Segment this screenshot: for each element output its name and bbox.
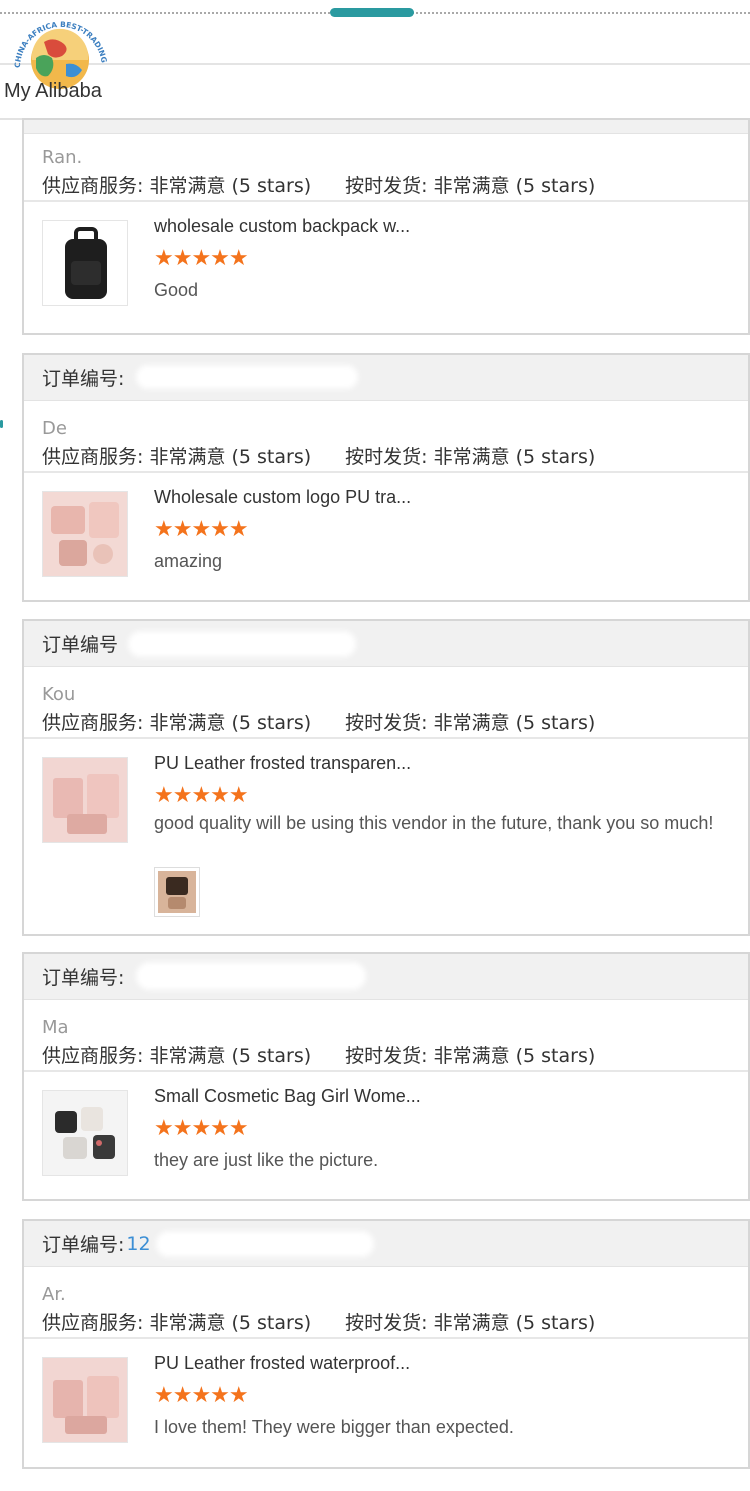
order-header [24,120,748,134]
order-header: 订单编号: [24,355,748,401]
order-number[interactable]: 12 [126,1233,150,1255]
supplier-service-rating: 供应商服务: 非常满意 (5 stars) [42,711,312,734]
review-card: 订单编号: 12 Ar. 供应商服务: 非常满意 (5 stars) 按时发货:… [22,1219,750,1469]
review-text: I love them! They were bigger than expec… [154,1417,514,1437]
pink-bag-set-icon[interactable] [42,1357,128,1443]
logo-label[interactable]: My Alibaba [4,80,102,103]
order-number-label: 订单编号: [42,1234,125,1256]
star-rating: ★★★★★ [154,517,249,542]
redaction [136,962,366,990]
review-card: Ran. 供应商服务: 非常满意 (5 stars) 按时发货: 非常满意 (5… [22,118,750,335]
redaction [156,1231,374,1257]
scroll-indicator[interactable] [330,8,414,17]
order-number-label: 订单编号 [42,634,119,656]
redaction [128,631,356,657]
review-card: 订单编号 Kou 供应商服务: 非常满意 (5 stars) 按时发货: 非常满… [22,619,750,936]
buyer-name: Ar. [42,1284,66,1305]
buyer-name: Ma [42,1017,69,1038]
rail-marker [0,420,3,428]
star-rating: ★★★★★ [154,1116,249,1141]
product-title[interactable]: wholesale custom backpack w... [154,216,410,237]
pink-bags-icon[interactable] [42,491,128,577]
review-item: wholesale custom backpack w... ★★★★★ Goo… [24,202,748,306]
order-header: 订单编号: 12 [24,1221,748,1267]
star-rating: ★★★★★ [154,1383,249,1408]
review-card: 订单编号: Ma 供应商服务: 非常满意 (5 stars) 按时发货: 非常满… [22,952,750,1201]
on-time-delivery-rating: 按时发货: 非常满意 (5 stars) [345,1044,596,1067]
review-card: 订单编号: De 供应商服务: 非常满意 (5 stars) 按时发货: 非常满… [22,353,750,602]
on-time-delivery-rating: 按时发货: 非常满意 (5 stars) [345,445,596,468]
product-title[interactable]: Small Cosmetic Bag Girl Wome... [154,1086,421,1107]
review-text: amazing [154,551,223,571]
top-bar: CHINA-AFRICA BEST-TRADING PLATFORM My Al… [0,0,750,120]
supplier-service-rating: 供应商服务: 非常满意 (5 stars) [42,445,312,468]
supplier-service-rating: 供应商服务: 非常满意 (5 stars) [42,1044,312,1067]
order-number-label: 订单编号: [42,368,125,390]
pink-bag-set-icon[interactable] [42,757,128,843]
rating-row: 供应商服务: 非常满意 (5 stars) 按时发货: 非常满意 (5 star… [24,439,748,473]
rating-row: 供应商服务: 非常满意 (5 stars) 按时发货: 非常满意 (5 star… [24,168,748,202]
supplier-service-rating: 供应商服务: 非常满意 (5 stars) [42,174,312,197]
cosmetic-bags-icon[interactable] [42,1090,128,1176]
review-item: Wholesale custom logo PU tra... ★★★★★ am… [24,473,748,577]
black-backpack-icon[interactable] [42,220,128,306]
redaction [136,365,358,389]
supplier-service-rating: 供应商服务: 非常满意 (5 stars) [42,1311,312,1334]
review-item: PU Leather frosted waterproof... ★★★★★ I… [24,1339,748,1443]
order-number-label: 订单编号: [42,967,125,989]
rating-row: 供应商服务: 非常满意 (5 stars) 按时发货: 非常满意 (5 star… [24,1038,748,1072]
on-time-delivery-rating: 按时发货: 非常满意 (5 stars) [345,711,596,734]
product-title[interactable]: PU Leather frosted transparen... [154,753,411,774]
left-rail [0,120,22,1491]
order-header: 订单编号: [24,954,748,1000]
star-rating: ★★★★★ [154,246,249,271]
on-time-delivery-rating: 按时发货: 非常满意 (5 stars) [345,1311,596,1334]
review-item: PU Leather frosted transparen... ★★★★★ g… [24,739,748,917]
rating-row: 供应商服务: 非常满意 (5 stars) 按时发货: 非常满意 (5 star… [24,705,748,739]
review-text: good quality will be using this vendor i… [154,813,714,833]
order-header: 订单编号 [24,621,748,667]
product-title[interactable]: PU Leather frosted waterproof... [154,1353,410,1374]
on-time-delivery-rating: 按时发货: 非常满意 (5 stars) [345,174,596,197]
rating-row: 供应商服务: 非常满意 (5 stars) 按时发货: 非常满意 (5 star… [24,1305,748,1339]
star-rating: ★★★★★ [154,783,249,808]
review-item: Small Cosmetic Bag Girl Wome... ★★★★★ th… [24,1072,748,1176]
review-text: Good [154,280,199,300]
product-title[interactable]: Wholesale custom logo PU tra... [154,487,411,508]
review-photo-thumbnail[interactable] [154,867,200,917]
review-text: they are just like the picture. [154,1150,379,1170]
buyer-name: Ran. [42,147,83,168]
buyer-name: Kou [42,684,76,705]
buyer-name: De [42,418,67,439]
